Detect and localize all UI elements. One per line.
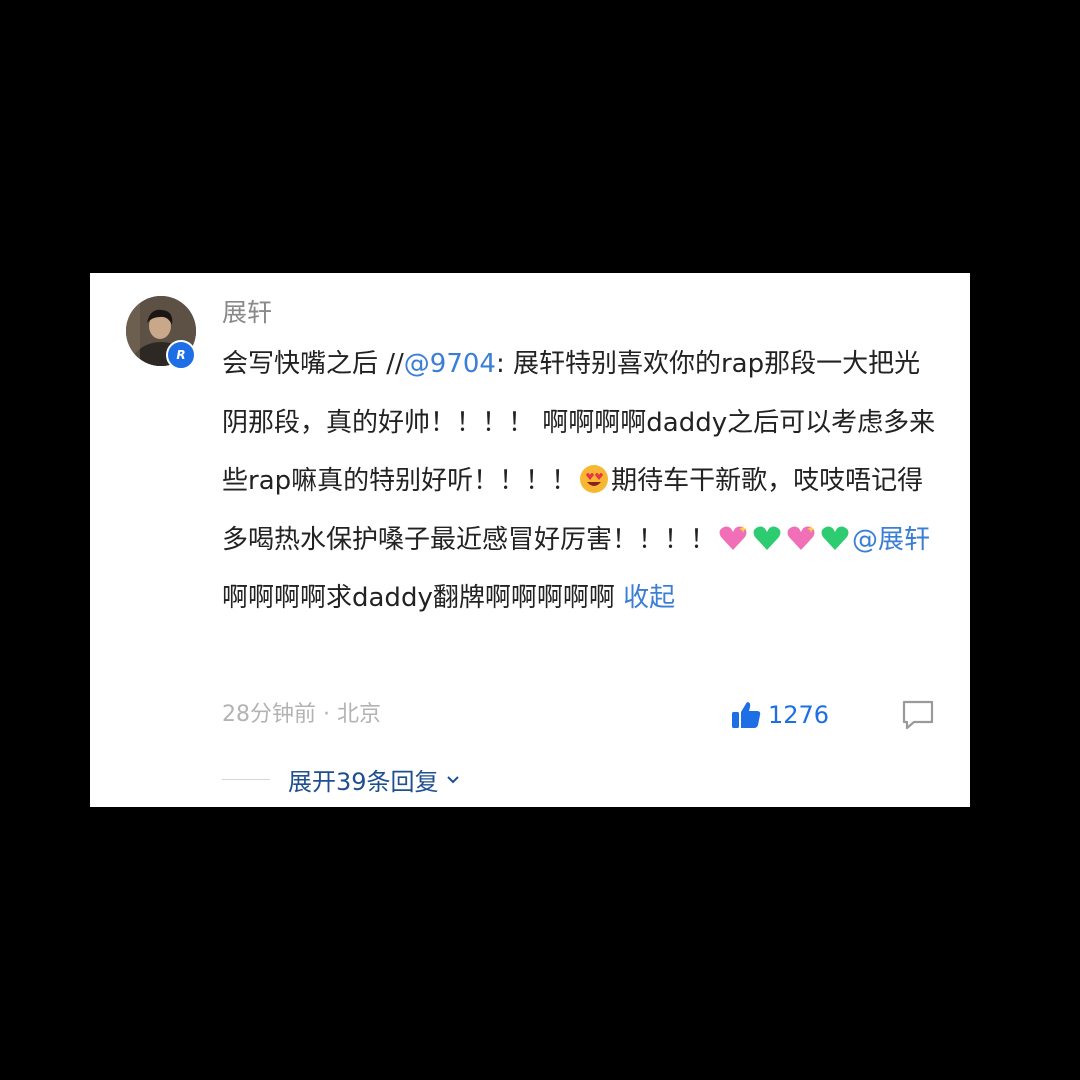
mention-link[interactable]: @展轩 bbox=[852, 525, 930, 555]
expand-replies-button[interactable]: 展开39条回复 bbox=[288, 762, 461, 797]
collapse-link[interactable]: 收起 bbox=[623, 583, 675, 613]
avatar[interactable]: R bbox=[126, 296, 196, 370]
sparkling-heart-emoji-icon bbox=[787, 524, 816, 550]
expand-replies-label: 展开39条回复 bbox=[288, 767, 439, 796]
heart-eyes-emoji-icon bbox=[580, 465, 609, 493]
comment-card: R 展轩 会写快嘴之后 //@9704: 展轩特别喜欢你的rap那段一大把光阴那… bbox=[90, 273, 970, 807]
chevron-down-icon bbox=[446, 776, 459, 784]
green-heart-emoji-icon bbox=[753, 526, 781, 550]
like-button[interactable]: 1276 bbox=[730, 695, 829, 735]
divider bbox=[222, 778, 270, 780]
comment-text-part4: 啊啊啊啊求daddy翻牌啊啊啊啊啊 bbox=[222, 583, 615, 613]
mention-link[interactable]: @9704 bbox=[404, 349, 496, 379]
username[interactable]: 展轩 bbox=[222, 295, 272, 331]
like-count: 1276 bbox=[768, 701, 830, 729]
sparkling-heart-emoji-icon bbox=[719, 524, 748, 550]
reply-comment-icon[interactable] bbox=[900, 697, 936, 733]
comment-body: 会写快嘴之后 //@9704: 展轩特别喜欢你的rap那段一大把光阴那段，真的好… bbox=[222, 335, 944, 628]
replies-row: 展开39条回复 bbox=[222, 759, 461, 799]
green-heart-emoji-icon bbox=[821, 526, 849, 550]
comment-text-part1: 会写快嘴之后 // bbox=[222, 349, 404, 379]
comment-timestamp: 28分钟前 · 北京 bbox=[222, 702, 381, 727]
thumbs-up-icon bbox=[732, 702, 761, 728]
verified-badge-icon: R bbox=[166, 340, 196, 370]
